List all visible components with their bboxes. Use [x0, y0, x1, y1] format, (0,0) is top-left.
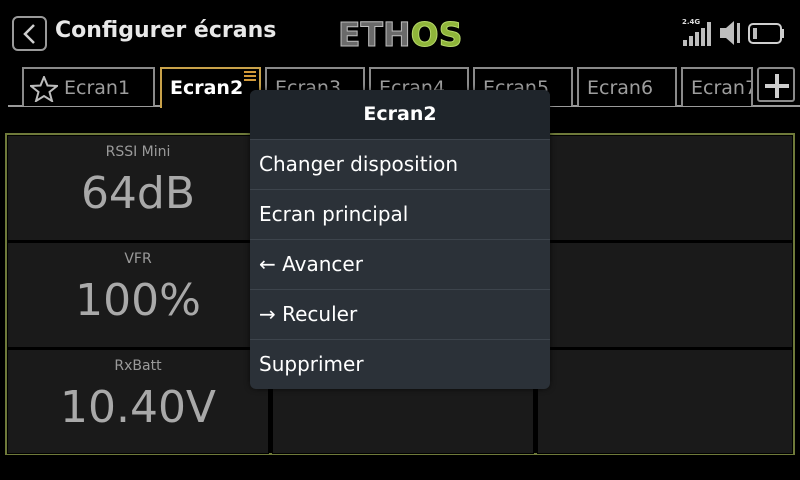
- tab-label: Ecran1: [64, 77, 131, 99]
- menu-item-move-back[interactable]: → Reculer: [250, 289, 550, 339]
- menu-item-move-forward[interactable]: ← Avancer: [250, 239, 550, 289]
- tab-ecran6[interactable]: Ecran6: [577, 67, 677, 106]
- widget-label: RxBatt: [114, 358, 162, 374]
- tab-label: Ecran2: [170, 77, 244, 99]
- screen-context-menu: Ecran2 Changer disposition Ecran princip…: [250, 90, 550, 389]
- widget-label: VFR: [124, 251, 152, 267]
- menu-item-main-screen[interactable]: Ecran principal: [250, 189, 550, 239]
- menu-item-change-layout[interactable]: Changer disposition: [250, 139, 550, 189]
- widget-label: RSSI Mini: [105, 144, 171, 160]
- menu-item-delete[interactable]: Supprimer: [250, 339, 550, 389]
- logo-text-os: OS: [410, 15, 463, 55]
- widget-vfr[interactable]: VFR 100%: [7, 242, 269, 348]
- widget-rssi-mini[interactable]: RSSI Mini 64dB: [7, 135, 269, 241]
- tab-ecran7[interactable]: Ecran7: [681, 67, 753, 106]
- widget-empty[interactable]: [537, 135, 793, 241]
- widget-value: 100%: [75, 275, 201, 326]
- battery-icon: [748, 23, 784, 44]
- signal-strength-icon: [683, 22, 711, 46]
- plus-icon: [765, 74, 789, 98]
- header-bar: Configurer écrans ETHOS 2.4G: [0, 0, 800, 66]
- tab-ecran1[interactable]: Ecran1: [22, 67, 155, 106]
- widget-rxbatt[interactable]: RxBatt 10.40V: [7, 349, 269, 454]
- ethos-logo: ETHOS: [338, 15, 463, 55]
- menu-icon: [244, 71, 256, 81]
- widget-empty[interactable]: [537, 242, 793, 348]
- tab-label: Ecran6: [587, 77, 654, 99]
- page-title: Configurer écrans: [55, 18, 277, 43]
- widget-empty[interactable]: [537, 349, 793, 454]
- tab-ecran2[interactable]: Ecran2: [160, 67, 261, 108]
- star-icon: [30, 76, 58, 102]
- widget-value: 10.40V: [59, 382, 217, 433]
- volume-icon: [720, 21, 740, 45]
- tab-label: Ecran7: [691, 77, 753, 99]
- widget-value: 64dB: [80, 168, 196, 219]
- menu-title: Ecran2: [250, 90, 550, 139]
- add-screen-button[interactable]: [757, 67, 795, 102]
- logo-text-eth: ETH: [338, 15, 412, 55]
- chevron-left-icon: [23, 24, 35, 44]
- back-button[interactable]: [12, 16, 47, 51]
